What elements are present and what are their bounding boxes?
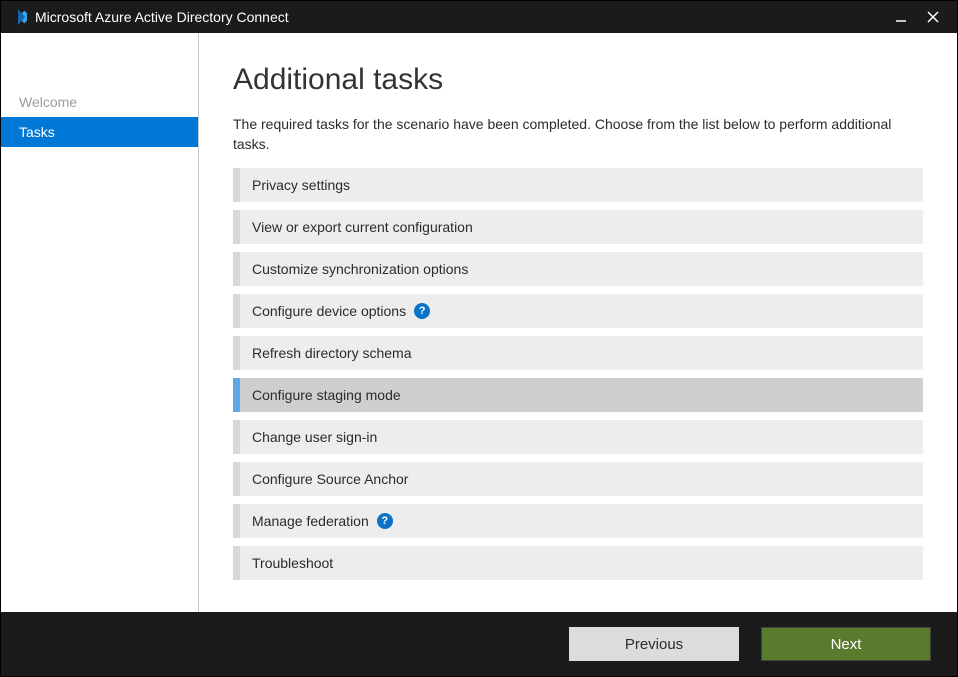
task-accent-bar bbox=[233, 420, 240, 454]
azure-logo-icon bbox=[9, 8, 27, 26]
sidebar-step-welcome[interactable]: Welcome bbox=[1, 87, 198, 117]
task-accent-bar bbox=[233, 294, 240, 328]
app-window: Microsoft Azure Active Directory Connect… bbox=[0, 0, 958, 677]
task-label: View or export current configuration bbox=[252, 219, 473, 235]
task-refresh-directory-schema[interactable]: Refresh directory schema bbox=[233, 336, 923, 370]
help-icon[interactable]: ? bbox=[377, 513, 393, 529]
task-label: Configure staging mode bbox=[252, 387, 401, 403]
next-button[interactable]: Next bbox=[761, 627, 931, 661]
task-label: Customize synchronization options bbox=[252, 261, 468, 277]
task-label: Refresh directory schema bbox=[252, 345, 412, 361]
task-label: Configure Source Anchor bbox=[252, 471, 408, 487]
page-heading: Additional tasks bbox=[233, 63, 923, 97]
close-button[interactable] bbox=[917, 1, 949, 33]
task-troubleshoot[interactable]: Troubleshoot bbox=[233, 546, 923, 580]
task-configure-source-anchor[interactable]: Configure Source Anchor bbox=[233, 462, 923, 496]
app-body: Welcome Tasks Additional tasks The requir… bbox=[1, 33, 957, 612]
minimize-button[interactable] bbox=[885, 1, 917, 33]
task-accent-bar bbox=[233, 546, 240, 580]
titlebar: Microsoft Azure Active Directory Connect bbox=[1, 1, 957, 33]
window-title: Microsoft Azure Active Directory Connect bbox=[35, 9, 885, 25]
task-privacy-settings[interactable]: Privacy settings bbox=[233, 168, 923, 202]
task-change-user-sign-in[interactable]: Change user sign-in bbox=[233, 420, 923, 454]
task-configure-device-options[interactable]: Configure device options? bbox=[233, 294, 923, 328]
task-list: Privacy settings View or export current c… bbox=[233, 168, 923, 580]
task-customize-synchronization-options[interactable]: Customize synchronization options bbox=[233, 252, 923, 286]
content-area: Additional tasks The required tasks for … bbox=[199, 33, 957, 612]
task-accent-bar bbox=[233, 378, 240, 412]
sidebar-step-label: Welcome bbox=[19, 94, 77, 110]
task-view-or-export-current-configuration[interactable]: View or export current configuration bbox=[233, 210, 923, 244]
page-description: The required tasks for the scenario have… bbox=[233, 115, 923, 154]
footer: Previous Next bbox=[1, 612, 957, 676]
task-label: Troubleshoot bbox=[252, 555, 333, 571]
task-label: Change user sign-in bbox=[252, 429, 377, 445]
task-label: Privacy settings bbox=[252, 177, 350, 193]
sidebar-step-label: Tasks bbox=[19, 124, 55, 140]
task-accent-bar bbox=[233, 336, 240, 370]
task-accent-bar bbox=[233, 504, 240, 538]
previous-button[interactable]: Previous bbox=[569, 627, 739, 661]
task-configure-staging-mode[interactable]: Configure staging mode bbox=[233, 378, 923, 412]
task-label: Manage federation bbox=[252, 513, 369, 529]
sidebar-step-tasks[interactable]: Tasks bbox=[1, 117, 198, 147]
task-accent-bar bbox=[233, 252, 240, 286]
sidebar: Welcome Tasks bbox=[1, 33, 199, 612]
task-accent-bar bbox=[233, 210, 240, 244]
task-accent-bar bbox=[233, 168, 240, 202]
task-accent-bar bbox=[233, 462, 240, 496]
task-manage-federation[interactable]: Manage federation? bbox=[233, 504, 923, 538]
task-label: Configure device options bbox=[252, 303, 406, 319]
help-icon[interactable]: ? bbox=[414, 303, 430, 319]
